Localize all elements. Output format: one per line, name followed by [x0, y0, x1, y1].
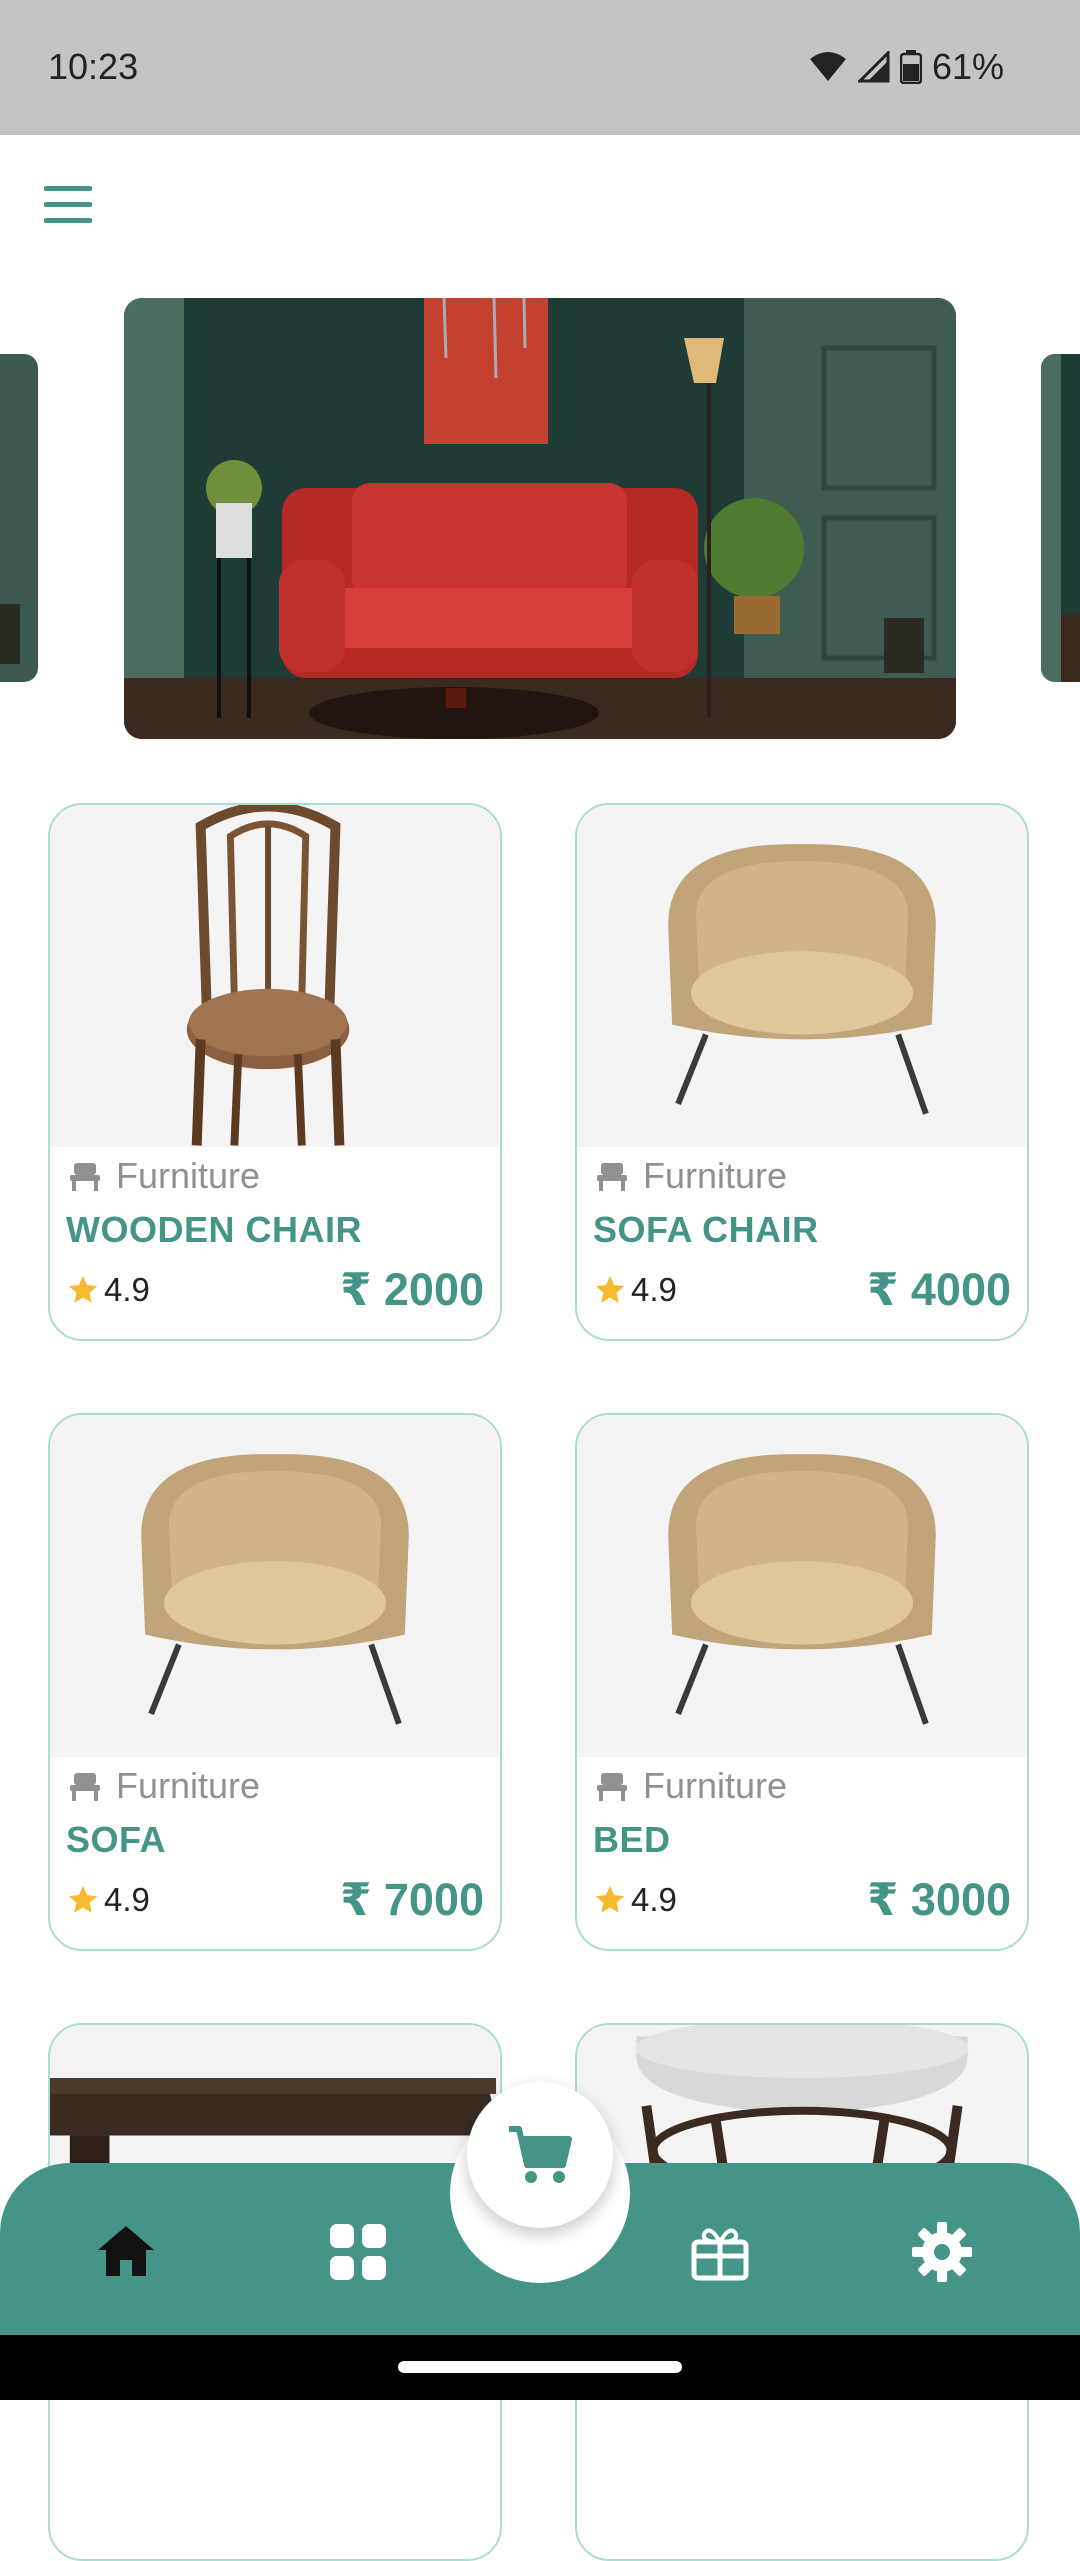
- product-category-label: Furniture: [116, 1155, 261, 1196]
- product-card[interactable]: Furniture WOODEN CHAIR 4.9 ₹ 2000: [48, 803, 502, 1341]
- product-rating: 4.9: [593, 1881, 677, 1919]
- status-time: 10:23: [48, 46, 139, 87]
- product-category-label: Furniture: [643, 1155, 788, 1196]
- product-category: Furniture: [595, 1765, 787, 1807]
- cart-button[interactable]: [467, 2082, 613, 2228]
- star-icon: [68, 1885, 98, 1913]
- gift-icon[interactable]: [688, 2220, 752, 2284]
- wifi-icon: [809, 52, 846, 81]
- gesture-handle[interactable]: [398, 2361, 682, 2373]
- product-rating-value: 4.9: [631, 1271, 677, 1308]
- product-rating-value: 4.9: [631, 1881, 677, 1918]
- product-image: [50, 1415, 500, 1757]
- product-card[interactable]: Furniture BED 4.9 ₹ 3000: [575, 1413, 1029, 1951]
- chair-icon: [70, 1163, 100, 1191]
- product-name: SOFA: [66, 1819, 167, 1860]
- star-icon: [68, 1275, 98, 1303]
- home-icon[interactable]: [94, 2220, 158, 2284]
- product-image: [577, 805, 1027, 1147]
- product-category: Furniture: [68, 1155, 260, 1197]
- product-rating-value: 4.9: [104, 1271, 150, 1308]
- status-bar: 10:23 61%: [0, 0, 1080, 135]
- product-image: [50, 805, 500, 1147]
- grid-icon[interactable]: [326, 2220, 390, 2284]
- banner-image[interactable]: [124, 298, 956, 739]
- chair-icon: [597, 1163, 627, 1191]
- settings-icon[interactable]: [910, 2220, 974, 2284]
- product-name: BED: [593, 1819, 671, 1860]
- battery-percent: 61%: [931, 46, 1004, 87]
- product-category: Furniture: [595, 1155, 787, 1197]
- product-name: SOFA CHAIR: [593, 1209, 819, 1250]
- product-category-label: Furniture: [116, 1765, 261, 1806]
- product-price: ₹ 4000: [867, 1264, 1011, 1315]
- banner-previous-slide[interactable]: [0, 354, 38, 682]
- battery-icon: [899, 50, 922, 84]
- product-name: WOODEN CHAIR: [66, 1209, 362, 1250]
- product-rating-value: 4.9: [104, 1881, 150, 1918]
- banner-next-slide[interactable]: [1041, 354, 1080, 682]
- cart-icon: [509, 2126, 572, 2183]
- star-icon: [595, 1275, 625, 1303]
- status-icons: 61%: [808, 46, 1004, 88]
- product-price: ₹ 3000: [867, 1874, 1011, 1925]
- product-category-label: Furniture: [643, 1765, 788, 1806]
- product-card[interactable]: Furniture SOFA CHAIR 4.9 ₹ 4000: [575, 803, 1029, 1341]
- product-rating: 4.9: [66, 1881, 150, 1919]
- product-price: ₹ 2000: [340, 1264, 484, 1315]
- product-rating: 4.9: [593, 1271, 677, 1309]
- product-rating: 4.9: [66, 1271, 150, 1309]
- product-price: ₹ 7000: [340, 1874, 484, 1925]
- chair-icon: [597, 1773, 627, 1801]
- star-icon: [595, 1885, 625, 1913]
- product-image: [577, 1415, 1027, 1757]
- chair-icon: [70, 1773, 100, 1801]
- cellular-signal-icon: [857, 51, 890, 83]
- hamburger-menu-icon[interactable]: [44, 186, 104, 232]
- product-category: Furniture: [68, 1765, 260, 1807]
- product-card[interactable]: Furniture SOFA 4.9 ₹ 7000: [48, 1413, 502, 1951]
